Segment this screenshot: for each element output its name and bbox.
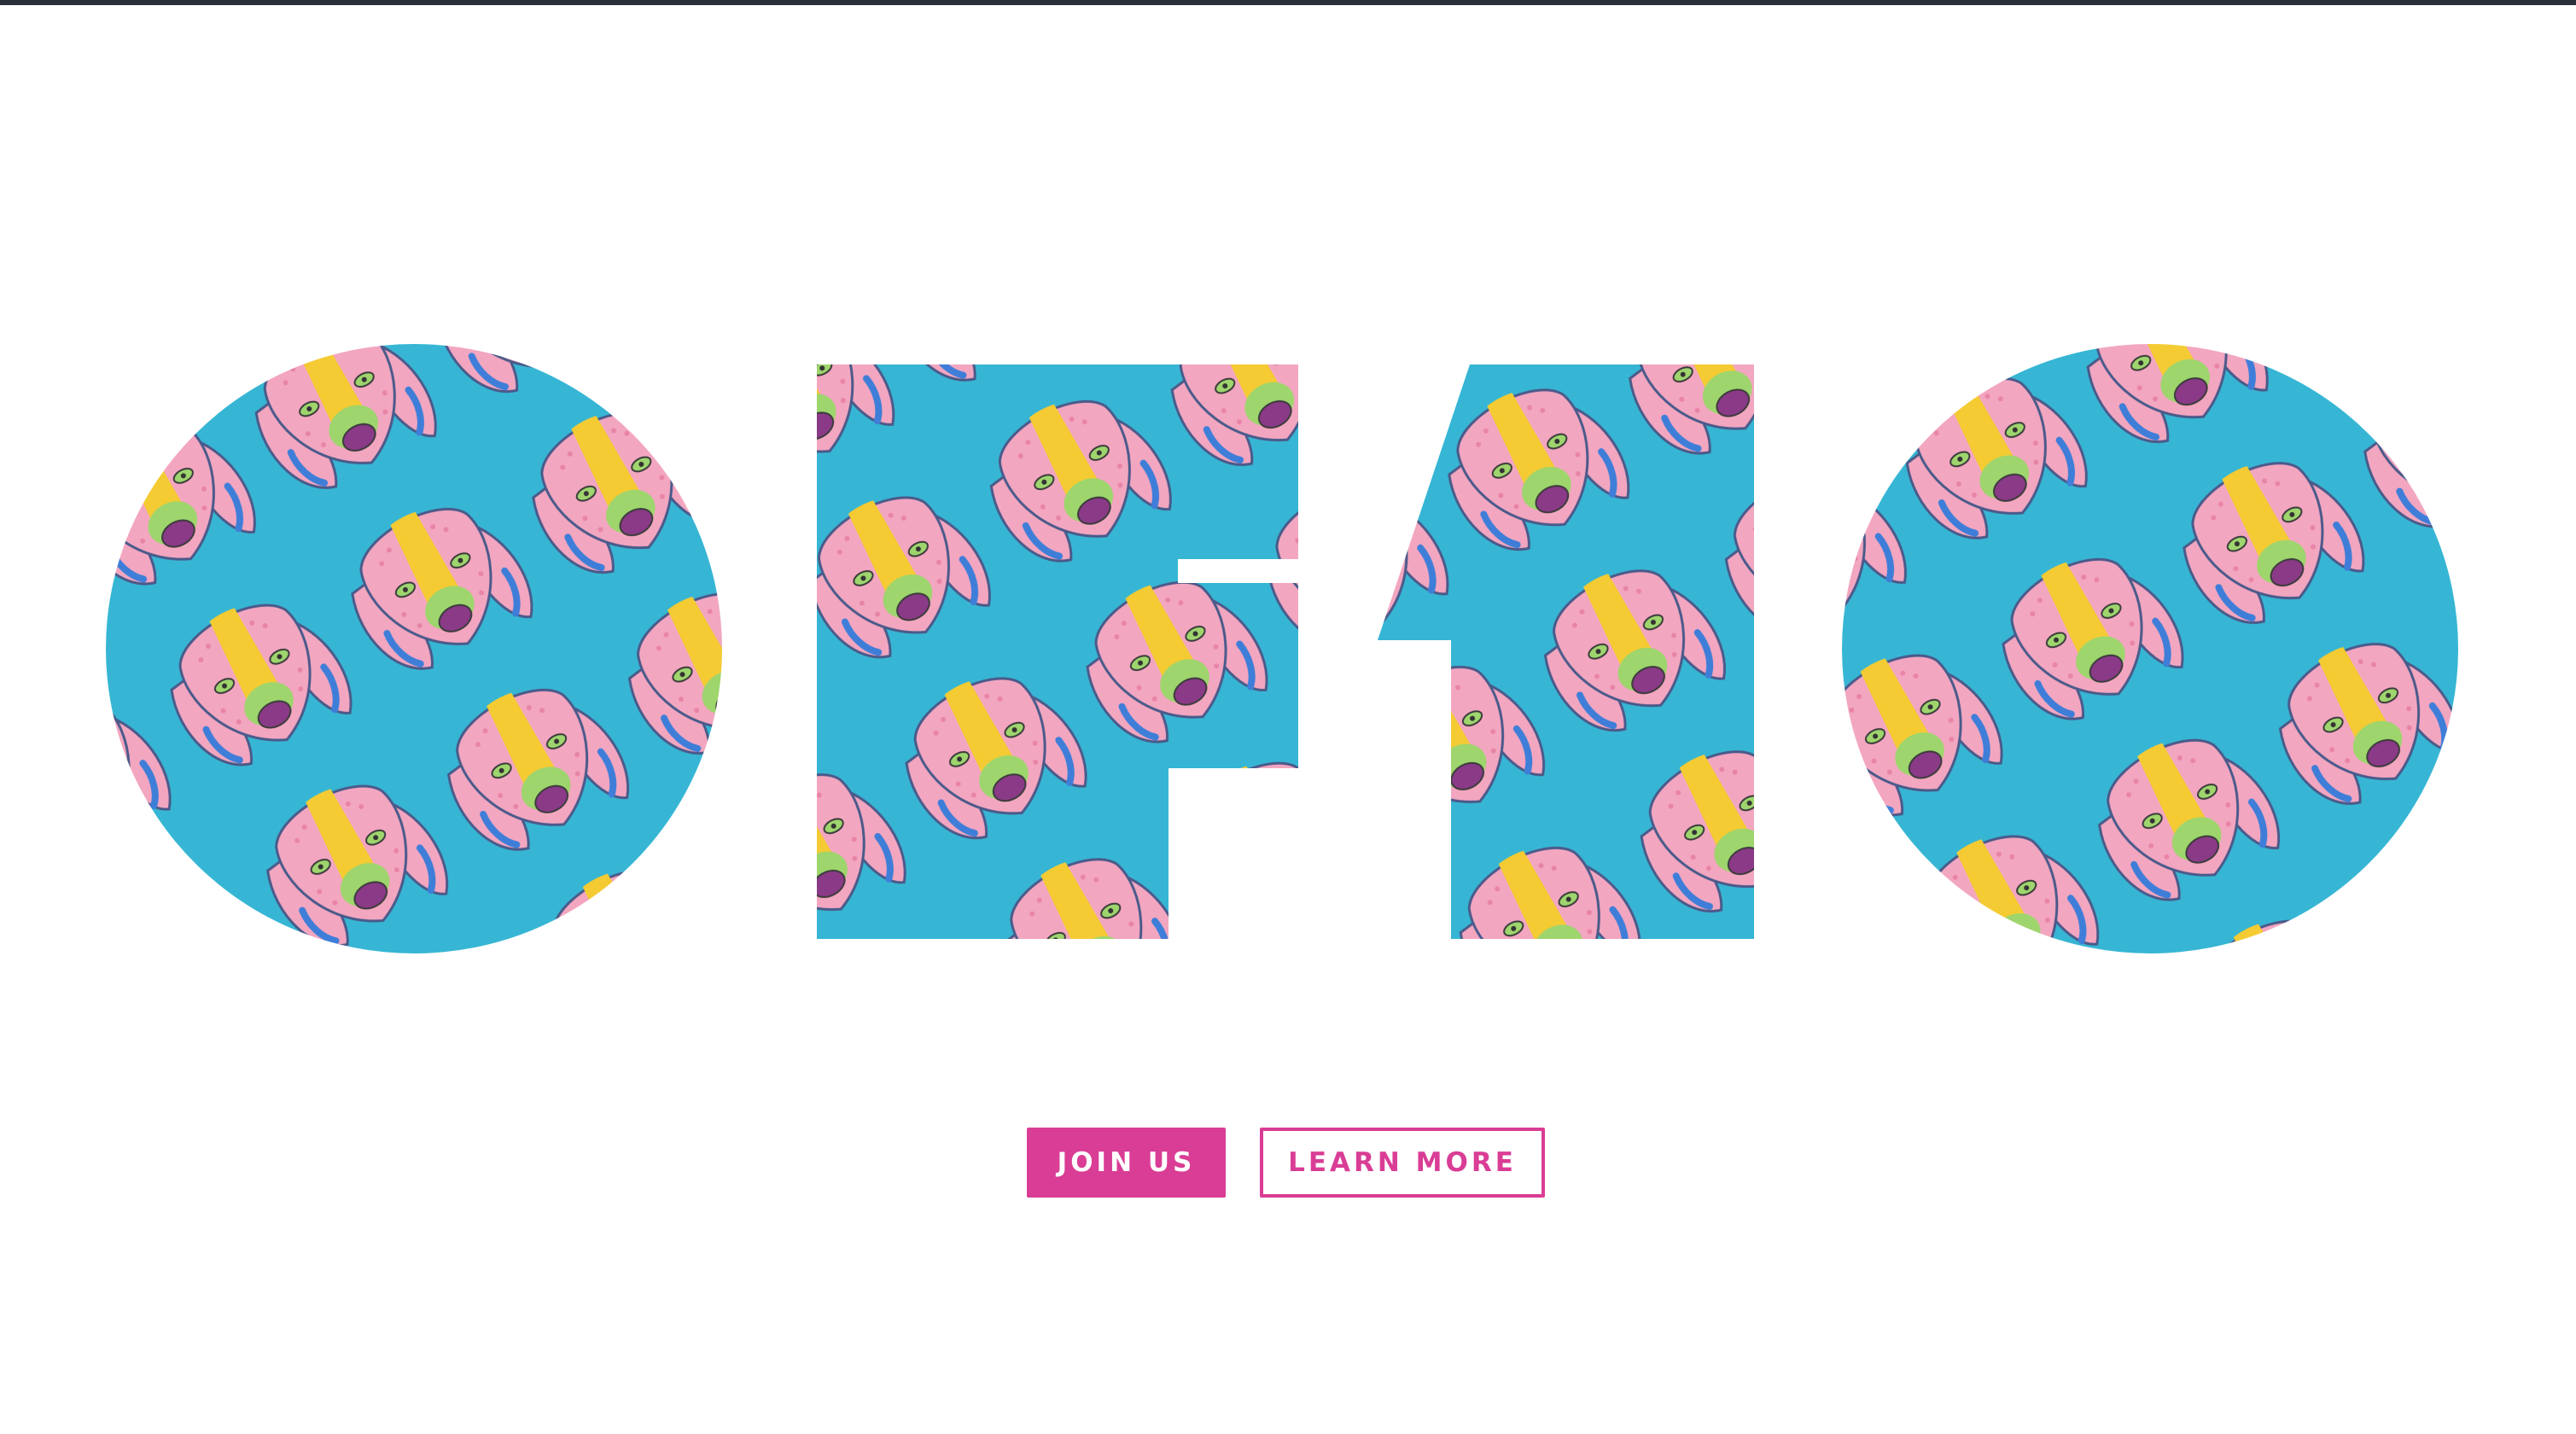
join-us-label: JOIN US [1057,1147,1196,1178]
logo-letter-o-left [106,344,722,953]
landing-page: JOIN US LEARN MORE [0,0,2576,1434]
join-us-button[interactable]: JOIN US [1027,1128,1226,1198]
logo-letter-f [817,364,1298,939]
hero-actions: JOIN US LEARN MORE [1027,1128,1545,1198]
logo-letter-one [1378,364,1754,939]
learn-more-button[interactable]: LEARN MORE [1260,1128,1545,1198]
logo-letter-o-right [1842,344,2458,953]
learn-more-label: LEARN MORE [1288,1147,1517,1178]
hero-logo [106,344,2458,953]
